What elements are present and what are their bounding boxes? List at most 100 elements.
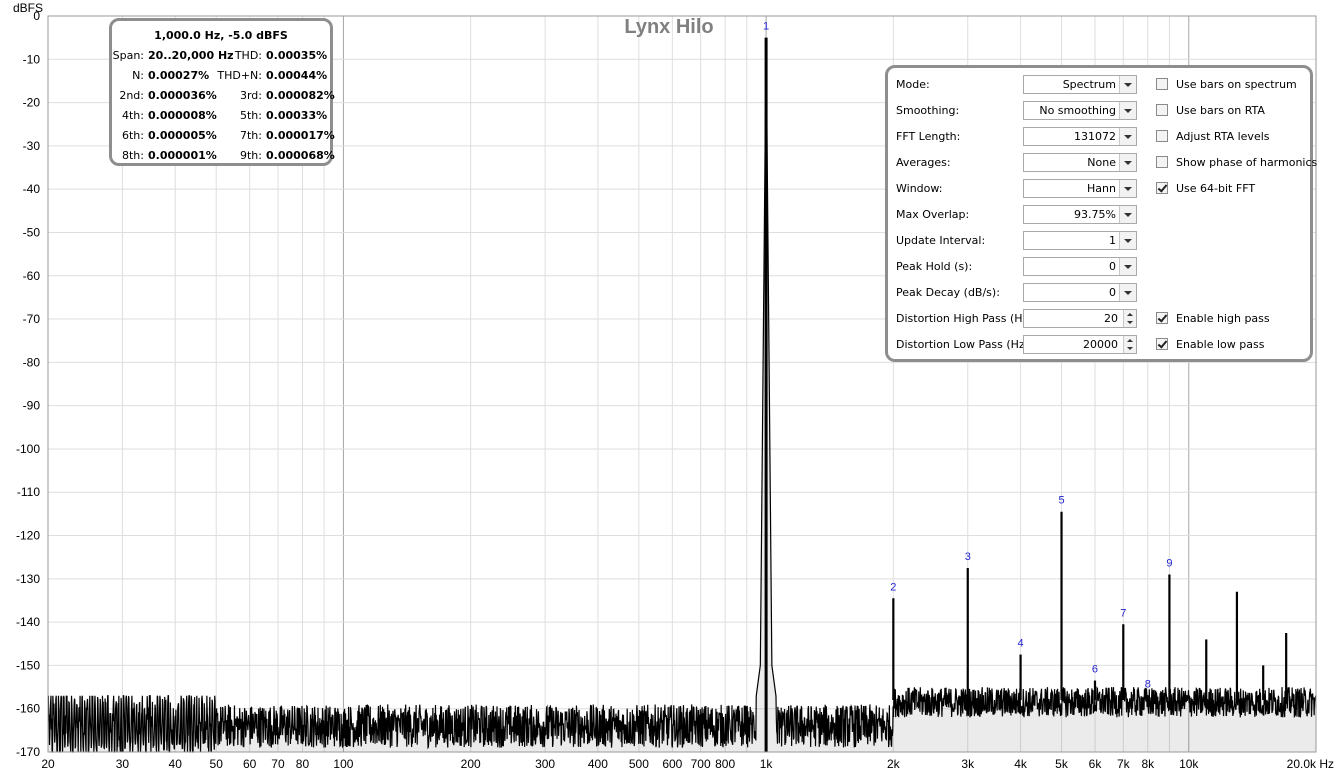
control-value: 0 [1109,286,1116,299]
fundamental-readout: 1,000.0 Hz, -5.0 dBFS [154,29,288,42]
chevron-down-icon[interactable] [1119,180,1136,197]
control-label: Mode: [896,78,930,91]
stats-value: 0.000017% [266,129,335,142]
checkbox-checked-icon[interactable] [1156,338,1168,350]
control-value: 20000 [1083,338,1118,351]
stats-value: 0.000082% [266,89,335,102]
y-tick-label: -10 [23,52,41,66]
dropdown-select[interactable]: 0 [1023,257,1137,276]
chevron-down-icon[interactable] [1119,128,1136,145]
checkbox-unchecked-icon[interactable] [1156,104,1168,116]
y-tick-label: -160 [16,702,40,716]
checkbox-checked-icon[interactable] [1156,312,1168,324]
checkbox-label: Enable high pass [1176,312,1270,325]
dropdown-select[interactable]: Hann [1023,179,1137,198]
y-tick-label: -80 [23,355,41,369]
y-tick-label: -120 [16,529,40,543]
harmonic-marker-5: 5 [1058,495,1064,507]
x-tick-label: 80 [296,757,310,771]
stats-value: 0.000036% [148,89,217,102]
chevron-down-icon[interactable] [1119,258,1136,275]
x-tick-label: 400 [588,757,608,771]
x-tick-label: 600 [662,757,682,771]
x-tick-label: 70 [271,757,285,771]
spin-arrows-icon[interactable] [1123,310,1136,327]
dropdown-select[interactable]: Spectrum [1023,75,1137,94]
y-tick-label: -20 [23,96,41,110]
control-label: FFT Length: [896,130,961,143]
control-label: Smoothing: [896,104,960,117]
stats-value: 0.000068% [266,149,335,162]
dropdown-select[interactable]: 0 [1023,283,1137,302]
checkbox-label: Use bars on spectrum [1176,78,1297,91]
dropdown-select[interactable]: No smoothing [1023,101,1137,120]
control-value: 131072 [1074,130,1116,143]
chevron-down-icon[interactable] [1119,76,1136,93]
y-tick-label: -150 [16,658,40,672]
checkbox-unchecked-icon[interactable] [1156,78,1168,90]
control-label: Max Overlap: [896,208,970,221]
dropdown-select[interactable]: None [1023,153,1137,172]
stats-label: 2nd: [119,89,144,102]
checkbox-label: Show phase of harmonics [1176,156,1318,169]
spin-box[interactable]: 20000 [1023,335,1137,354]
stats-label: 6th: [122,129,144,142]
control-label: Distortion Low Pass (Hz): [896,338,1033,351]
x-tick-label: 5k [1055,757,1069,771]
harmonic-marker-6: 6 [1092,664,1098,676]
control-row: Distortion High Pass (Hz): 20 Enable high … [888,308,1310,330]
spin-up-icon[interactable] [1127,313,1133,316]
checkbox-label: Enable low pass [1176,338,1265,351]
harmonic-marker-8: 8 [1145,679,1151,691]
control-row: Peak Hold (s): 0 [888,256,1310,278]
control-row: Max Overlap: 93.75% [888,204,1310,226]
spin-box[interactable]: 20 [1023,309,1137,328]
stats-row: N: 0.00027% THD+N: 0.00044% [112,69,330,85]
harmonic-marker-4: 4 [1018,638,1024,650]
x-tick-label: 7k [1117,757,1131,771]
checkbox-unchecked-icon[interactable] [1156,156,1168,168]
x-tick-label: 1k [760,757,774,771]
chevron-down-icon[interactable] [1119,232,1136,249]
dropdown-select[interactable]: 93.75% [1023,205,1137,224]
y-tick-label: -40 [23,182,41,196]
checkbox-unchecked-icon[interactable] [1156,130,1168,142]
y-tick-label: -60 [23,269,41,283]
checkbox-label: Use 64-bit FFT [1176,182,1256,195]
x-tick-label: 100 [333,757,353,771]
x-tick-label: 6k [1089,757,1103,771]
chevron-down-icon[interactable] [1119,284,1136,301]
y-tick-label: -90 [23,399,41,413]
chevron-down-icon[interactable] [1119,206,1136,223]
spin-arrows-icon[interactable] [1123,336,1136,353]
spin-up-icon[interactable] [1127,339,1133,342]
control-label: Distortion High Pass (Hz): [896,312,1037,325]
y-tick-label: -130 [16,572,40,586]
spin-down-icon[interactable] [1127,347,1133,350]
control-value: 1 [1109,234,1116,247]
control-row: Update Interval: 1 [888,230,1310,252]
stats-value: 0.00033% [266,109,328,122]
stats-row: Span: 20..20,000 Hz THD: 0.00035% [112,49,330,65]
x-tick-label: 300 [535,757,555,771]
harmonic-marker-3: 3 [965,551,971,563]
control-label: Peak Decay (dB/s): [896,286,1000,299]
control-value: 0 [1109,260,1116,273]
y-tick-label: -50 [23,225,41,239]
stats-value: 0.00035% [266,49,328,62]
spin-down-icon[interactable] [1127,321,1133,324]
chevron-down-icon[interactable] [1119,154,1136,171]
harmonic-marker-2: 2 [890,581,896,593]
control-label: Averages: [896,156,951,169]
y-tick-label: -70 [23,312,41,326]
checkbox-checked-icon[interactable] [1156,182,1168,194]
dropdown-select[interactable]: 1 [1023,231,1137,250]
x-tick-label: 60 [243,757,257,771]
y-tick-label: -100 [16,442,40,456]
analyser-controls-panel: Mode: Spectrum Use bars on spectrum Smoothi… [885,65,1317,362]
control-value: Hann [1087,182,1116,195]
chevron-down-icon[interactable] [1119,102,1136,119]
distortion-stats-panel: 1,000.0 Hz, -5.0 dBFS Span: 20..20,000 Hz… [109,18,335,166]
control-value: 20 [1104,312,1118,325]
dropdown-select[interactable]: 131072 [1023,127,1137,146]
